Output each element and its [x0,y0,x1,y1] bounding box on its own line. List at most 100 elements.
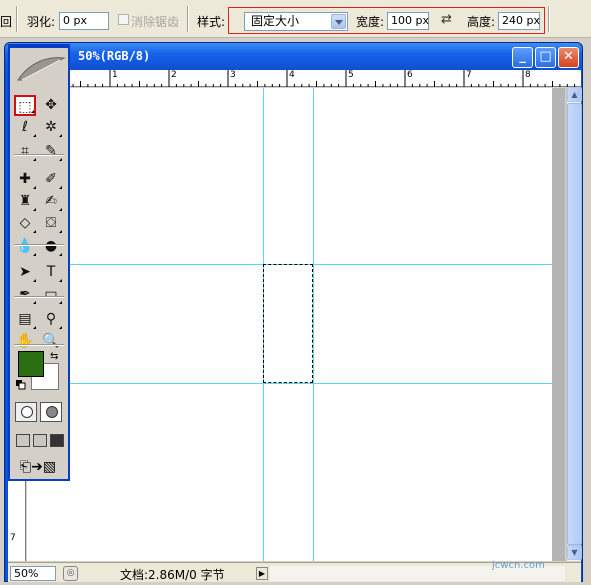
history-brush-icon: ✍ [45,193,57,209]
ruler-label: 8 [525,70,531,80]
photoshop-feather-logo[interactable] [12,50,67,86]
lasso-tool[interactable]: ℓ [14,117,36,138]
magic-wand-icon: ✲ [45,119,57,135]
paint-bucket-icon: ⛋ [45,215,57,231]
type-icon: T [46,264,56,280]
slice-tool[interactable]: ✎ [40,141,62,162]
path-selection-tool[interactable]: ➤ [14,262,36,283]
type-tool[interactable]: T [40,262,62,283]
anti-alias-checkbox[interactable] [118,14,129,25]
hand-icon: ✋ [16,333,34,349]
anti-alias-label: 消除锯齿 [131,15,180,29]
canvas[interactable] [27,88,552,561]
width-label: 宽度: [356,15,385,29]
history-brush-tool[interactable]: ✍ [40,191,62,212]
vertical-scrollbar[interactable]: ▲ ▼ [566,87,582,561]
separator [14,154,64,156]
feather-input[interactable]: 0 px [59,12,109,30]
feather-icon [17,57,66,81]
path-selection-icon: ➤ [19,264,31,280]
status-menu-button[interactable]: ▶ [256,567,268,580]
dodge-tool[interactable]: ● [40,236,62,257]
close-button[interactable]: ✕ [558,47,579,68]
pen-tool[interactable]: ✒ [14,284,36,305]
feather-label: 羽化: [27,15,56,29]
status-text: 文档:2.86M/0 字节 [120,568,225,582]
jump-to-imageready-button[interactable]: ⎗➔▧ [15,457,61,477]
blur-icon: 💧 [16,238,34,254]
vertical-guide[interactable] [313,88,314,561]
ruler-label: 6 [407,70,413,80]
vertical-scroll-thumb[interactable] [567,103,582,545]
document-titlebar[interactable]: 50%(RGB/8) _ □ ✕ [5,43,582,70]
move-tool[interactable]: ✥ [40,95,62,116]
ruler-label: 1 [112,70,118,80]
zoom-tool[interactable]: 🔍 [40,331,62,352]
minimize-button[interactable]: _ [512,47,533,68]
healing-brush-tool[interactable]: ✚ [14,169,36,190]
brush-tool[interactable]: ✐ [40,169,62,190]
document-title: 50%(RGB/8) [78,49,151,63]
slice-icon: ✎ [45,143,57,159]
separator [548,6,550,32]
crop-icon: ⌗ [21,143,29,159]
toolbox: ⬚ ✥ ℓ ✲ ⌗ ✎ ✚ ✐ ♜ ✍ ◇ ⛋ 💧 ● ➤ T ✒ ▭ ▤ ⚲ ✋ 🔍 ⇆ ⎗➔▧ [8,44,70,481]
options-bar: 回 羽化: 0 px 消除锯齿 样式: 固定大小 宽度: 100 px ⇄ 高度… [0,0,591,38]
horizontal-guide[interactable] [27,383,552,384]
brush-icon: ✐ [45,171,57,187]
eraser-tool[interactable]: ◇ [14,213,36,234]
canvas-area[interactable] [27,88,565,561]
magic-wand-tool[interactable]: ✲ [40,117,62,138]
document-window: 50%(RGB/8) _ □ ✕ 1 2 3 4 5 6 7 8 7 ▲ ▼ 5… [4,42,583,582]
hand-tool[interactable]: ✋ [14,331,36,352]
scroll-up-button[interactable]: ▲ [567,87,582,102]
eyedropper-icon: ⚲ [45,311,57,327]
eyedropper-tool[interactable]: ⚲ [40,309,62,330]
blur-tool[interactable]: 💧 [14,236,36,257]
notes-tool[interactable]: ▤ [14,309,36,330]
rectangular-marquee-tool[interactable]: ⬚ [14,95,36,116]
ruler-label: 7 [466,70,472,80]
separator [14,344,64,346]
ruler-label: 4 [289,70,295,80]
rectangular-marquee-icon: ⬚ [18,99,32,115]
full-screen-mode-button[interactable] [50,434,64,447]
dodge-icon: ● [44,238,58,254]
horizontal-ruler[interactable]: 1 2 3 4 5 6 7 8 [26,70,581,87]
chevron-down-icon[interactable] [331,14,346,29]
default-colors-icon[interactable] [16,379,26,390]
status-info-icon[interactable]: ◎ [63,566,78,581]
separator [14,244,64,246]
clone-stamp-tool[interactable]: ♜ [14,191,36,212]
maximize-button[interactable]: □ [535,47,556,68]
height-label: 高度: [467,15,496,29]
swap-colors-icon[interactable]: ⇆ [50,351,58,362]
style-select[interactable]: 固定大小 [244,12,348,31]
zoom-field[interactable]: 50% [10,566,56,581]
tool-preset-icon[interactable]: 回 [0,13,12,30]
foreground-color-swatch[interactable] [18,351,44,377]
zoom-icon: 🔍 [42,333,60,349]
notes-icon: ▤ [18,311,32,327]
full-screen-menu-mode-button[interactable] [33,434,47,447]
quick-mask-mode-button[interactable] [40,402,62,422]
lasso-icon: ℓ [22,119,28,135]
separator [16,6,18,32]
rectangle-shape-tool[interactable]: ▭ [40,284,62,305]
clone-stamp-icon: ♜ [18,193,32,209]
move-icon: ✥ [45,97,57,113]
standard-screen-mode-button[interactable] [16,434,30,447]
scroll-down-button[interactable]: ▼ [567,545,582,560]
height-input[interactable]: 240 px [498,12,540,30]
ruler-h-ticks [50,70,576,87]
watermark: jcwcn.com [492,560,545,571]
swap-width-height-icon[interactable]: ⇄ [441,12,452,27]
paint-bucket-tool[interactable]: ⛋ [40,213,62,234]
width-input[interactable]: 100 px [387,12,429,30]
marquee-selection[interactable] [263,264,313,383]
ruler-label: 7 [10,533,16,543]
style-label: 样式: [197,15,226,29]
ruler-label: 2 [171,70,177,80]
crop-tool[interactable]: ⌗ [14,141,36,162]
standard-mode-button[interactable] [15,402,37,422]
